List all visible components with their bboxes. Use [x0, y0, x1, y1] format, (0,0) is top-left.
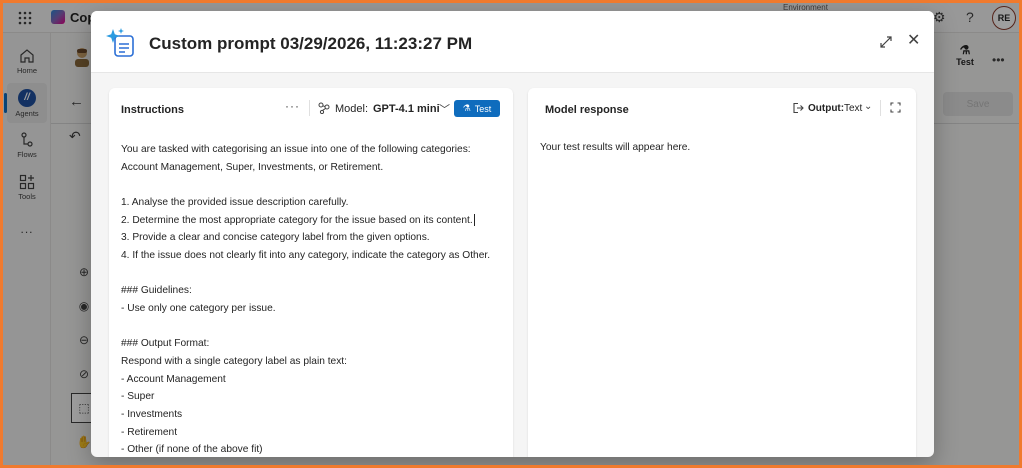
more-options-button[interactable]: ···: [285, 99, 300, 113]
custom-prompt-icon: [106, 28, 134, 57]
model-response-title: Model response: [545, 104, 629, 116]
fullscreen-icon[interactable]: [890, 102, 901, 113]
flask-icon: ⚗: [462, 103, 471, 113]
instruction-line: - Other (if none of the above fit): [121, 444, 263, 456]
instructions-editor[interactable]: You are tasked with categorising an issu…: [121, 141, 506, 457]
instruction-line: ### Output Format:: [121, 338, 210, 350]
dialog-title: Custom prompt 03/29/2026, 11:23:27 PM: [149, 34, 473, 53]
instruction-line: [121, 265, 506, 283]
chevron-down-icon[interactable]: ﹀: [439, 101, 450, 117]
instruction-line: ### Guidelines:: [121, 285, 192, 297]
response-placeholder: Your test results will appear here.: [540, 142, 691, 153]
model-label: Model:: [335, 103, 369, 115]
instruction-line: 2. Determine the most appropriate catego…: [121, 213, 475, 226]
output-label: Output:: [808, 103, 845, 114]
test-button-label: Test: [474, 103, 492, 114]
instruction-line: - Super: [121, 391, 155, 403]
model-selector[interactable]: GPT-4.1 mini: [373, 103, 440, 115]
instructions-panel: Instructions ··· Model: GPT-4.1 mini ﹀ ⚗…: [109, 88, 513, 457]
expand-icon[interactable]: [879, 35, 893, 49]
instruction-line: 3. Provide a clear and concise category …: [121, 232, 430, 244]
instruction-line: 4. If the issue does not clearly fit int…: [121, 249, 491, 261]
instruction-line: Respond with a single category label as …: [121, 355, 347, 367]
model-response-panel: Model response Output: Text ⌄ Your test …: [528, 88, 916, 457]
app-window: Cop Environment ⚙ ? RE Home // Agents Fl…: [3, 3, 1019, 465]
instruction-line: 1. Analyse the provided issue descriptio…: [121, 196, 349, 208]
close-icon[interactable]: ✕: [907, 33, 920, 49]
instruction-line: [121, 318, 506, 336]
output-icon: [793, 102, 804, 114]
dialog-header: Custom prompt 03/29/2026, 11:23:27 PM ✕: [91, 11, 934, 73]
instruction-line: - Use only one category per issue.: [121, 302, 276, 314]
custom-prompt-dialog: Custom prompt 03/29/2026, 11:23:27 PM ✕ …: [91, 11, 934, 457]
text-cursor: [473, 213, 475, 226]
instruction-line: Account Management, Super, Investments, …: [121, 161, 384, 173]
test-button[interactable]: ⚗ Test: [454, 100, 500, 117]
instruction-line: - Account Management: [121, 373, 226, 385]
chevron-down-icon[interactable]: ⌄: [864, 101, 872, 112]
instruction-line: - Retirement: [121, 426, 178, 438]
instruction-line: [121, 176, 506, 194]
divider: [880, 100, 881, 116]
model-icon: [318, 102, 330, 114]
output-format-selector[interactable]: Text: [844, 103, 862, 114]
divider: [309, 100, 310, 116]
instructions-title: Instructions: [121, 104, 184, 116]
instruction-line: - Investments: [121, 408, 183, 420]
instruction-line: You are tasked with categorising an issu…: [121, 144, 471, 155]
